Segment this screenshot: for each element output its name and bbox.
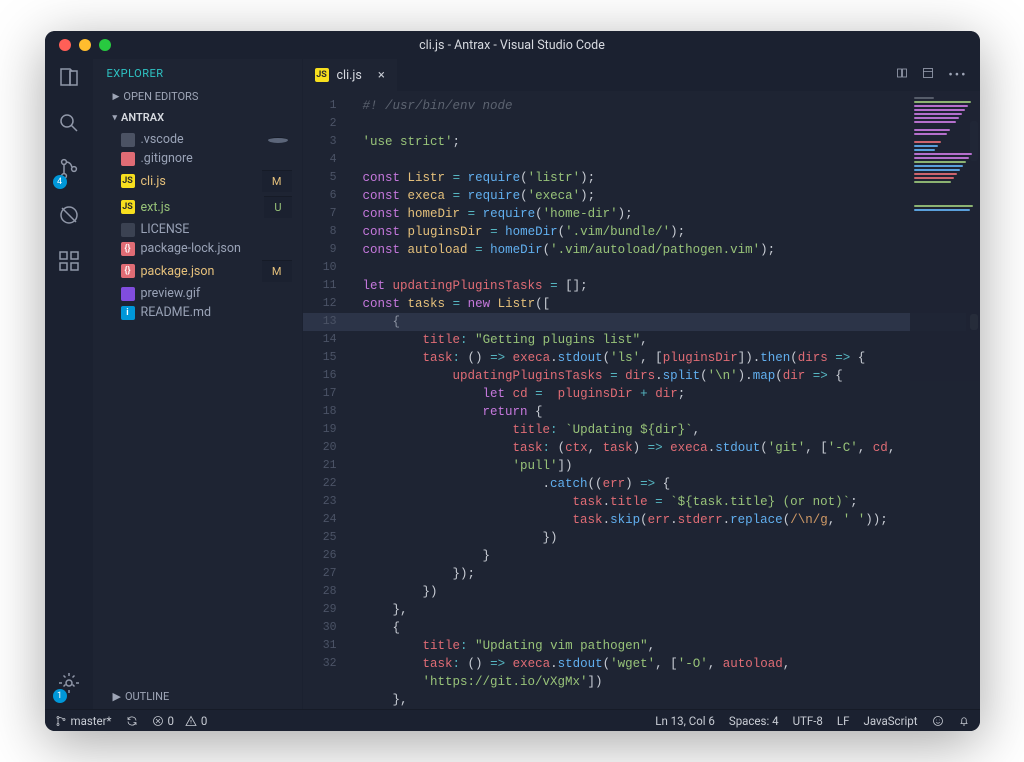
json-file-icon: {} (121, 264, 135, 278)
open-editors-section[interactable]: ▶ OPEN EDITORS (93, 86, 302, 107)
close-window-button[interactable] (59, 39, 71, 51)
project-section[interactable]: ▾ ANTRAX (93, 107, 302, 128)
md-file-icon: i (121, 306, 135, 320)
file-status (268, 137, 288, 143)
file-tree-item[interactable]: {} package-lock.json (117, 239, 296, 258)
sidebar-title: EXPLORER (93, 59, 302, 86)
file-tree-item[interactable]: i README.md (117, 303, 296, 322)
file-status: M (262, 170, 292, 192)
file-status: M (262, 260, 292, 282)
more-actions-icon[interactable]: ••• (948, 68, 967, 83)
indentation[interactable]: Spaces: 4 (729, 714, 779, 728)
window-title: cli.js - Antrax - Visual Studio Code (45, 38, 980, 53)
split-editor-icon[interactable] (896, 67, 908, 83)
explorer-sidebar: EXPLORER ▶ OPEN EDITORS ▾ ANTRAX .vscode… (93, 59, 303, 709)
toggle-layout-icon[interactable] (922, 67, 934, 83)
file-tree-item[interactable]: .vscode (117, 130, 296, 149)
folder-file-icon (121, 133, 135, 147)
zoom-window-button[interactable] (99, 39, 111, 51)
file-tree-item[interactable]: .gitignore (117, 149, 296, 168)
minimize-window-button[interactable] (79, 39, 91, 51)
file-name: package-lock.json (141, 241, 241, 256)
cursor-position[interactable]: Ln 13, Col 6 (655, 714, 715, 728)
file-tree: .vscode .gitignore JS cli.js M JS ext.js U LICEN… (93, 128, 302, 324)
scm-badge: 4 (53, 175, 67, 189)
app-window: cli.js - Antrax - Visual Studio Code 4 (45, 31, 980, 731)
sync-indicator[interactable] (126, 715, 138, 727)
file-name: ext.js (141, 200, 171, 215)
source-control-icon[interactable]: 4 (57, 157, 81, 185)
file-name: .vscode (141, 132, 184, 147)
file-tree-item[interactable]: preview.gif (117, 284, 296, 303)
traffic-lights (45, 39, 111, 51)
search-icon[interactable] (57, 111, 81, 139)
file-name: preview.gif (141, 286, 201, 301)
feedback-icon[interactable] (932, 715, 944, 727)
chevron-right-icon: ▶ (113, 690, 121, 703)
outline-section[interactable]: ▶ OUTLINE (93, 684, 302, 709)
language-mode[interactable]: JavaScript (863, 714, 917, 728)
img-file-icon (121, 287, 135, 301)
file-name: LICENSE (141, 222, 190, 237)
minimap[interactable] (910, 91, 980, 709)
tab-label: cli.js (337, 68, 362, 83)
extensions-icon[interactable] (57, 249, 81, 277)
status-bar: master* 0 0 Ln 13, Col 6 Spaces: 4 UTF-8… (45, 709, 980, 731)
txt-file-icon (121, 223, 135, 237)
json-file-icon: {} (121, 242, 135, 256)
file-tree-item[interactable]: JS cli.js M (117, 168, 296, 194)
settings-icon[interactable]: 1 (57, 671, 81, 699)
code-content: #! /usr/bin/env node 'use strict'; const… (303, 91, 980, 709)
current-line-highlight (303, 313, 966, 331)
file-name: package.json (141, 264, 215, 279)
file-tree-item[interactable]: {} package.json M (117, 258, 296, 284)
chevron-down-icon: ▾ (113, 113, 118, 123)
encoding[interactable]: UTF-8 (793, 714, 823, 728)
js-file-icon: JS (315, 68, 329, 82)
titlebar: cli.js - Antrax - Visual Studio Code (45, 31, 980, 59)
debug-icon[interactable] (57, 203, 81, 231)
problems-indicator[interactable]: 0 0 (152, 714, 208, 728)
file-name: .gitignore (141, 151, 193, 166)
eol[interactable]: LF (837, 714, 850, 728)
notifications-icon[interactable] (958, 715, 970, 727)
editor-group: JS cli.js × ••• 1234567 (303, 59, 980, 709)
code-editor[interactable]: 1234567891011121314151617181920212223242… (303, 91, 980, 709)
activity-bar: 4 1 (45, 59, 93, 709)
file-name: cli.js (141, 174, 166, 189)
js-file-icon: JS (121, 200, 135, 214)
chevron-right-icon: ▶ (113, 92, 120, 102)
explorer-icon[interactable] (57, 65, 81, 93)
file-status: U (264, 196, 291, 218)
line-number-gutter: 1234567891011121314151617181920212223242… (303, 97, 349, 673)
settings-badge: 1 (53, 689, 67, 703)
file-tree-item[interactable]: LICENSE (117, 220, 296, 239)
js-file-icon: JS (121, 174, 135, 188)
tab-cli-js[interactable]: JS cli.js × (303, 59, 397, 91)
git-file-icon (121, 152, 135, 166)
close-tab-icon[interactable]: × (378, 68, 385, 83)
file-name: README.md (141, 305, 212, 320)
git-branch-indicator[interactable]: master* (55, 714, 112, 728)
tab-bar: JS cli.js × ••• (303, 59, 980, 91)
file-tree-item[interactable]: JS ext.js U (117, 194, 296, 220)
